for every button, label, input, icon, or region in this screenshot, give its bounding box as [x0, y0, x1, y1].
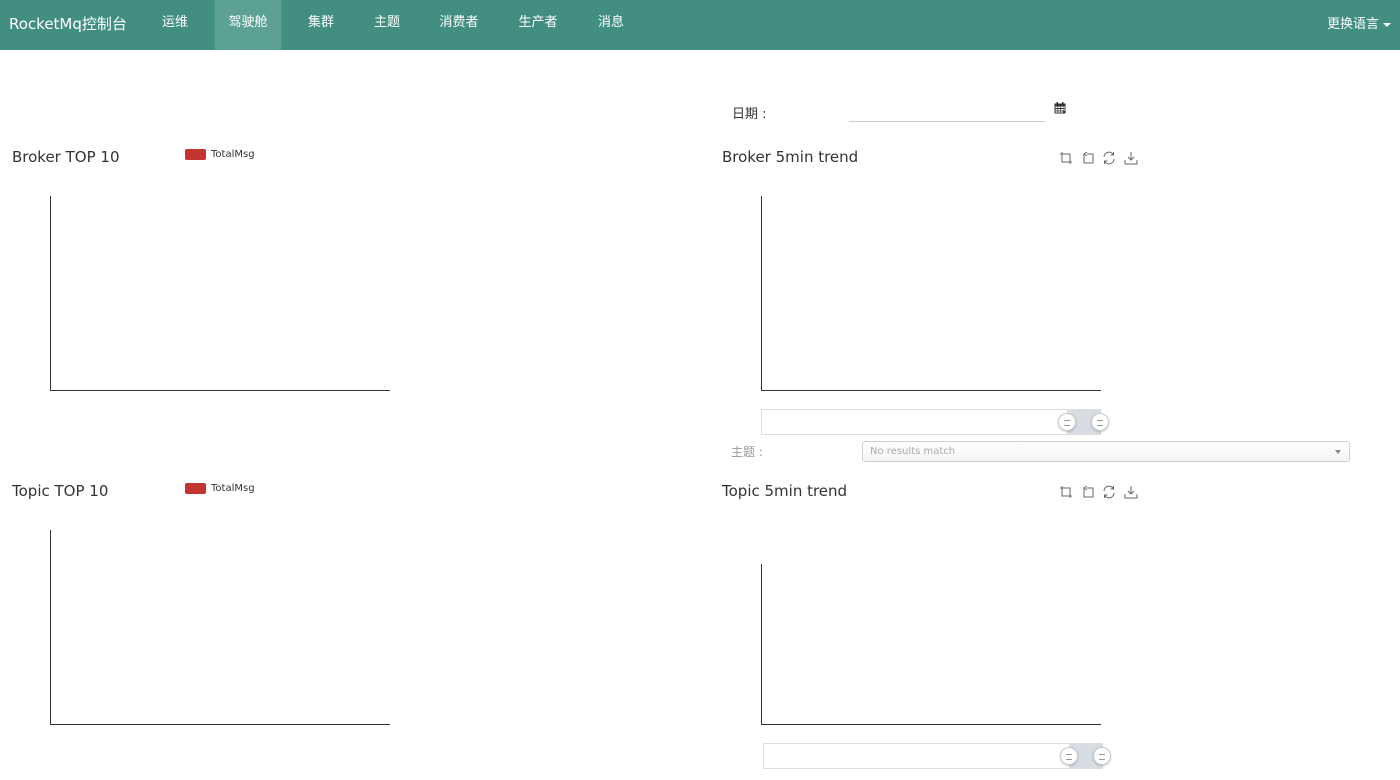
- legend-label: TotalMsg: [211, 149, 255, 160]
- legend-swatch: [185, 149, 206, 160]
- save-image-icon[interactable]: [1124, 485, 1138, 499]
- top-navbar: RocketMq控制台 运维 驾驶舱 集群 主题 消费者 生产者 消息 更换语言: [0, 0, 1400, 50]
- y-axis: [50, 196, 51, 391]
- nav-item-producer[interactable]: 生产者: [511, 0, 565, 50]
- topic-trend-toolbox: [1059, 485, 1145, 499]
- data-zoom-icon[interactable]: [1059, 485, 1073, 499]
- chevron-down-icon: [1335, 450, 1341, 454]
- zoom-reset-icon[interactable]: [1081, 151, 1095, 165]
- nav-item-dashboard[interactable]: 驾驶舱: [215, 0, 281, 50]
- x-axis: [761, 390, 1101, 391]
- date-label: 日期 :: [732, 107, 767, 122]
- nav-item-topic[interactable]: 主题: [366, 0, 408, 50]
- topic-trend-title: Topic 5min trend: [722, 482, 848, 500]
- restore-icon[interactable]: [1102, 485, 1116, 499]
- broker-top-title: Broker TOP 10: [12, 148, 120, 166]
- nav-item-cluster[interactable]: 集群: [300, 0, 342, 50]
- zoom-reset-icon[interactable]: [1081, 485, 1095, 499]
- y-axis: [761, 196, 762, 391]
- save-image-icon[interactable]: [1124, 151, 1138, 165]
- language-dropdown[interactable]: 更换语言: [1327, 13, 1391, 32]
- nav-item-ops[interactable]: 运维: [155, 0, 195, 50]
- data-zoom-icon[interactable]: [1059, 151, 1073, 165]
- date-input[interactable]: [849, 100, 1045, 122]
- topic-top-title: Topic TOP 10: [12, 482, 109, 500]
- x-axis: [50, 390, 390, 391]
- calendar-icon[interactable]: [1054, 102, 1066, 114]
- broker-trend-zoom-slider[interactable]: [761, 409, 1109, 435]
- x-axis: [50, 724, 390, 725]
- nav-item-consumer[interactable]: 消费者: [432, 0, 486, 50]
- language-label: 更换语言: [1326, 17, 1379, 32]
- legend-swatch: [185, 483, 206, 494]
- zoom-handle-right[interactable]: [1093, 747, 1111, 765]
- zoom-handle-left[interactable]: [1058, 413, 1076, 431]
- broker-top-legend[interactable]: TotalMsg: [185, 149, 255, 160]
- caret-down-icon: [1383, 22, 1391, 27]
- x-axis: [761, 724, 1101, 725]
- brand-title[interactable]: RocketMq控制台: [9, 13, 127, 34]
- y-axis: [761, 564, 762, 725]
- topic-select[interactable]: No results match: [862, 441, 1350, 462]
- zoom-handle-left[interactable]: [1060, 747, 1078, 765]
- topic-trend-zoom-slider[interactable]: [763, 743, 1111, 769]
- restore-icon[interactable]: [1102, 151, 1116, 165]
- y-axis: [50, 530, 51, 725]
- broker-trend-title: Broker 5min trend: [722, 148, 859, 166]
- topic-label: 主题 :: [731, 445, 763, 459]
- topic-select-placeholder: No results match: [870, 446, 956, 457]
- broker-trend-toolbox: [1059, 151, 1145, 165]
- legend-label: TotalMsg: [211, 483, 255, 494]
- nav-item-message[interactable]: 消息: [590, 0, 632, 50]
- topic-top-legend[interactable]: TotalMsg: [185, 483, 255, 494]
- zoom-handle-right[interactable]: [1091, 413, 1109, 431]
